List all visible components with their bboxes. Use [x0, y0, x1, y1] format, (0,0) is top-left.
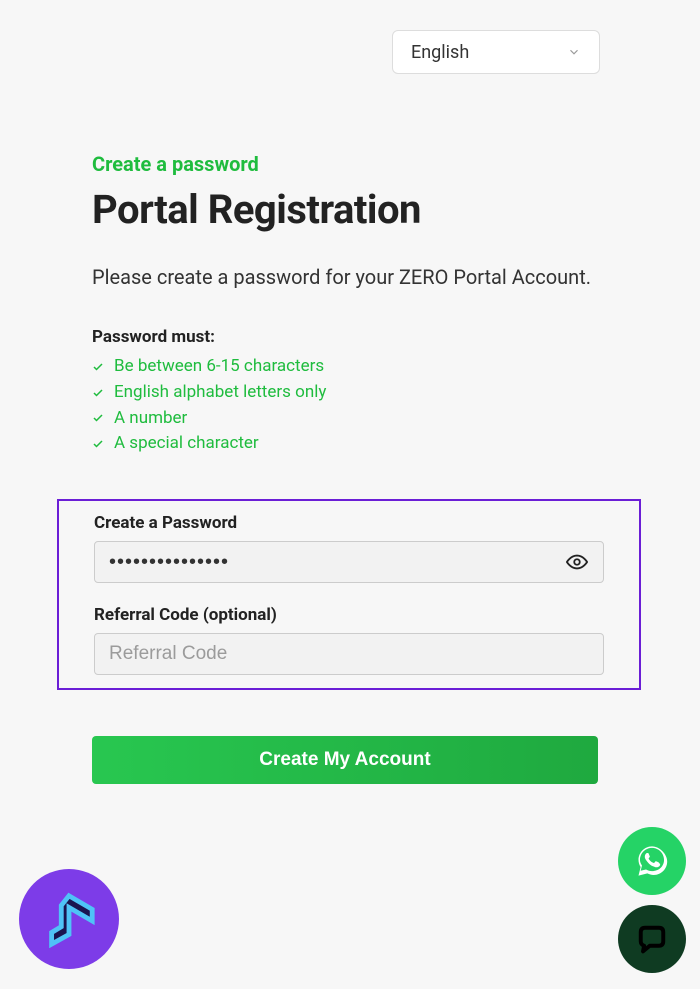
requirements-heading: Password must:	[92, 327, 612, 347]
whatsapp-button[interactable]	[618, 827, 686, 895]
create-account-button[interactable]: Create My Account	[92, 736, 598, 784]
check-icon	[92, 438, 104, 450]
check-icon	[92, 412, 104, 424]
password-label: Create a Password	[94, 513, 604, 533]
form-box: Create a Password Referral Code (optiona…	[57, 499, 641, 690]
password-input[interactable]	[94, 541, 604, 583]
whatsapp-icon	[634, 843, 670, 879]
requirement-item: A special character	[92, 432, 612, 456]
requirement-text: A number	[114, 407, 187, 431]
chat-button[interactable]	[618, 905, 686, 973]
requirement-text: A special character	[114, 432, 259, 456]
brand-logo-icon	[40, 890, 98, 948]
eye-icon	[566, 551, 588, 573]
language-selected-label: English	[411, 42, 469, 63]
toggle-password-visibility-button[interactable]	[562, 547, 592, 577]
chevron-down-icon	[567, 45, 581, 59]
check-icon	[92, 361, 104, 373]
requirement-item: English alphabet letters only	[92, 381, 612, 405]
subtitle: Create a password	[92, 152, 612, 176]
requirement-text: English alphabet letters only	[114, 381, 326, 405]
requirements-list: Be between 6-15 characters English alpha…	[92, 355, 612, 456]
requirement-text: Be between 6-15 characters	[114, 355, 324, 379]
requirement-item: A number	[92, 407, 612, 431]
referral-label: Referral Code (optional)	[94, 605, 604, 625]
requirement-item: Be between 6-15 characters	[92, 355, 612, 379]
page-title: Portal Registration	[92, 186, 612, 233]
check-icon	[92, 387, 104, 399]
chat-icon	[634, 921, 670, 957]
brand-logo-button[interactable]	[19, 869, 119, 969]
referral-code-input[interactable]	[94, 633, 604, 675]
language-selector[interactable]: English	[392, 30, 600, 74]
description-text: Please create a password for your ZERO P…	[92, 263, 612, 292]
